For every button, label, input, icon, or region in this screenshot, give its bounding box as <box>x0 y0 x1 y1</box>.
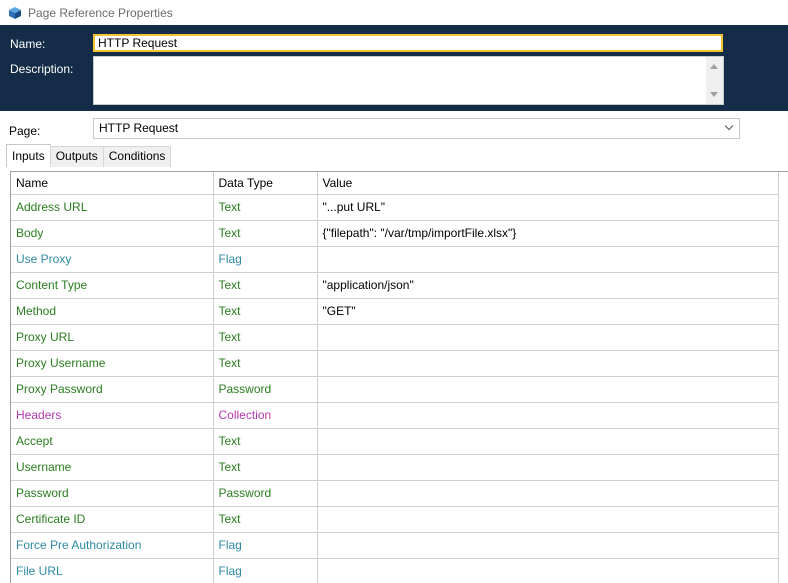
grid-scrollbar[interactable] <box>778 172 788 583</box>
table-row[interactable]: Proxy Password Password <box>11 375 781 402</box>
description-input[interactable] <box>93 56 724 105</box>
table-row[interactable]: Username Text <box>11 453 781 480</box>
name-label: Name: <box>10 37 46 51</box>
tab-strip: Inputs Outputs Conditions <box>6 144 172 167</box>
row-value-cell[interactable] <box>317 401 781 428</box>
row-value-cell[interactable] <box>317 557 781 583</box>
row-name-cell: Username <box>11 453 214 480</box>
column-header-name[interactable]: Name <box>11 172 214 194</box>
column-header-data-type[interactable]: Data Type <box>213 172 318 194</box>
column-header-value[interactable]: Value <box>317 172 781 194</box>
row-type-cell: Flag <box>213 245 318 272</box>
row-value-cell[interactable] <box>317 427 781 454</box>
row-value-cell[interactable] <box>317 531 781 558</box>
row-value-cell[interactable] <box>317 479 781 506</box>
row-type-cell: Password <box>213 375 318 402</box>
row-name-cell: Headers <box>11 401 214 428</box>
row-name-cell: File URL <box>11 557 214 583</box>
table-row[interactable]: Certificate ID Text <box>11 505 781 532</box>
row-type-cell: Text <box>213 193 318 220</box>
table-row[interactable]: Headers Collection <box>11 401 781 428</box>
row-value-cell[interactable]: "...put URL" <box>317 193 781 220</box>
row-value-cell[interactable] <box>317 453 781 480</box>
row-type-cell: Text <box>213 297 318 324</box>
name-input[interactable]: HTTP Request <box>93 34 723 52</box>
description-label: Description: <box>10 62 74 76</box>
row-name-cell: Force Pre Authorization <box>11 531 214 558</box>
row-type-cell: Text <box>213 219 318 246</box>
row-type-cell: Collection <box>213 401 318 428</box>
row-value-cell[interactable] <box>317 375 781 402</box>
table-row[interactable]: Method Text "GET" <box>11 297 781 324</box>
table-row[interactable]: Body Text {"filepath": "/var/tmp/importFil… <box>11 219 781 246</box>
table-row[interactable]: Accept Text <box>11 427 781 454</box>
row-value-cell[interactable] <box>317 323 781 350</box>
table-row[interactable]: Force Pre Authorization Flag <box>11 531 781 558</box>
table-row[interactable]: Password Password <box>11 479 781 506</box>
row-name-cell: Proxy Username <box>11 349 214 376</box>
page-reference-icon <box>8 6 22 20</box>
row-value-cell[interactable] <box>317 505 781 532</box>
row-type-cell: Text <box>213 271 318 298</box>
row-name-cell: Proxy URL <box>11 323 214 350</box>
scroll-up-icon[interactable] <box>710 64 718 69</box>
row-name-cell: Body <box>11 219 214 246</box>
row-type-cell: Text <box>213 323 318 350</box>
title-bar: Page Reference Properties <box>0 0 788 25</box>
table-row[interactable]: Content Type Text "application/json" <box>11 271 781 298</box>
row-name-cell: Accept <box>11 427 214 454</box>
chevron-down-icon[interactable] <box>724 121 734 131</box>
page-select-value: HTTP Request <box>99 121 179 135</box>
row-name-cell: Content Type <box>11 271 214 298</box>
table-row[interactable]: Use Proxy Flag <box>11 245 781 272</box>
scroll-down-icon[interactable] <box>710 92 718 97</box>
row-name-cell: Method <box>11 297 214 324</box>
row-name-cell: Address URL <box>11 193 214 220</box>
tab-inputs[interactable]: Inputs <box>6 144 51 167</box>
row-name-cell: Proxy Password <box>11 375 214 402</box>
row-value-cell[interactable] <box>317 245 781 272</box>
row-name-cell: Use Proxy <box>11 245 214 272</box>
page-label: Page: <box>9 124 41 138</box>
row-name-cell: Certificate ID <box>11 505 214 532</box>
page-select[interactable]: HTTP Request <box>93 118 740 139</box>
row-type-cell: Text <box>213 453 318 480</box>
inputs-grid: Name Data Type Value Address URL Text "...… <box>10 171 788 583</box>
table-row[interactable]: Address URL Text "...put URL" <box>11 193 781 220</box>
properties-header: Name: HTTP Request Description: <box>0 25 788 111</box>
tab-outputs[interactable]: Outputs <box>49 146 104 167</box>
row-name-cell: Password <box>11 479 214 506</box>
description-scrollbar[interactable] <box>706 57 723 104</box>
window-title: Page Reference Properties <box>28 5 173 20</box>
row-value-cell[interactable]: {"filepath": "/var/tmp/importFile.xlsx"} <box>317 219 781 246</box>
row-type-cell: Password <box>213 479 318 506</box>
tab-conditions[interactable]: Conditions <box>102 146 172 167</box>
row-value-cell[interactable]: "application/json" <box>317 271 781 298</box>
grid-header-row: Name Data Type Value <box>11 172 781 194</box>
row-type-cell: Text <box>213 505 318 532</box>
table-row[interactable]: Proxy URL Text <box>11 323 781 350</box>
row-type-cell: Flag <box>213 531 318 558</box>
row-value-cell[interactable] <box>317 349 781 376</box>
table-row[interactable]: Proxy Username Text <box>11 349 781 376</box>
row-type-cell: Text <box>213 349 318 376</box>
row-type-cell: Flag <box>213 557 318 583</box>
row-type-cell: Text <box>213 427 318 454</box>
row-value-cell[interactable]: "GET" <box>317 297 781 324</box>
table-row[interactable]: File URL Flag <box>11 557 781 583</box>
